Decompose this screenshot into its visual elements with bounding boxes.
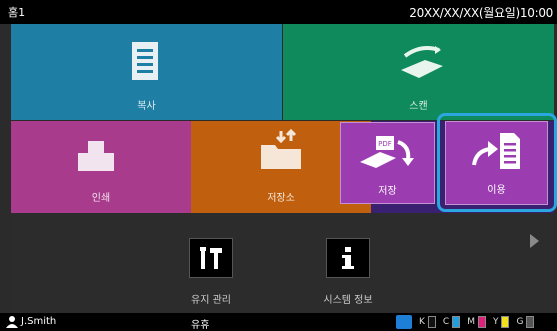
copy-tile[interactable]: 복사 (11, 24, 282, 120)
copy-icon (132, 42, 158, 80)
ink-levels: KCMYG (396, 315, 535, 329)
ink-bar (452, 316, 461, 328)
system-info-label: 시스템 정보 (323, 295, 373, 306)
scan-tile[interactable]: 스캔 (283, 24, 554, 120)
user-info[interactable]: J.Smith (6, 315, 56, 328)
user-icon (6, 316, 18, 328)
copy-label: 복사 (137, 101, 156, 112)
network-icon (396, 315, 412, 329)
selection-highlight (437, 113, 557, 212)
title-bar: 홈1 20XX/XX/XX(월요일)10:00 (0, 0, 557, 24)
pdf-save-icon: PDF (360, 136, 414, 168)
user-name: J.Smith (21, 316, 57, 327)
ink-bar (526, 316, 535, 328)
maintenance-label: 유지 관리 (191, 295, 231, 306)
maintenance-icon (200, 247, 222, 269)
machine-status: 유휴 (191, 320, 210, 331)
save-label: 저장 (378, 186, 397, 197)
ink-letter: M (467, 317, 475, 327)
status-bar: J.Smith 유휴 K C M Y G (0, 313, 557, 331)
save-button[interactable]: PDF 저장 (340, 122, 435, 204)
ink-bar (427, 316, 436, 328)
menu-panel (11, 213, 554, 313)
print-icon (78, 141, 114, 171)
scan-icon (401, 46, 443, 78)
next-icon[interactable] (530, 234, 539, 248)
ink-bar (477, 316, 486, 328)
ink-letter: C (442, 317, 450, 327)
screen-title: 홈1 (8, 6, 26, 19)
ink-bar (501, 316, 510, 328)
storage-icon (261, 129, 301, 169)
info-icon (342, 247, 354, 269)
ink-letter: Y (492, 317, 499, 327)
ink-letter: G (516, 317, 524, 327)
system-info-button[interactable] (326, 238, 370, 278)
datetime: 20XX/XX/XX(월요일)10:00 (409, 5, 553, 20)
print-label: 인쇄 (91, 193, 111, 204)
pdf-badge: PDF (378, 140, 392, 148)
maintenance-button[interactable] (189, 238, 233, 278)
print-tile[interactable]: 인쇄 (11, 121, 191, 213)
scan-label: 스캔 (409, 101, 428, 112)
ink-letter: K (419, 317, 425, 327)
